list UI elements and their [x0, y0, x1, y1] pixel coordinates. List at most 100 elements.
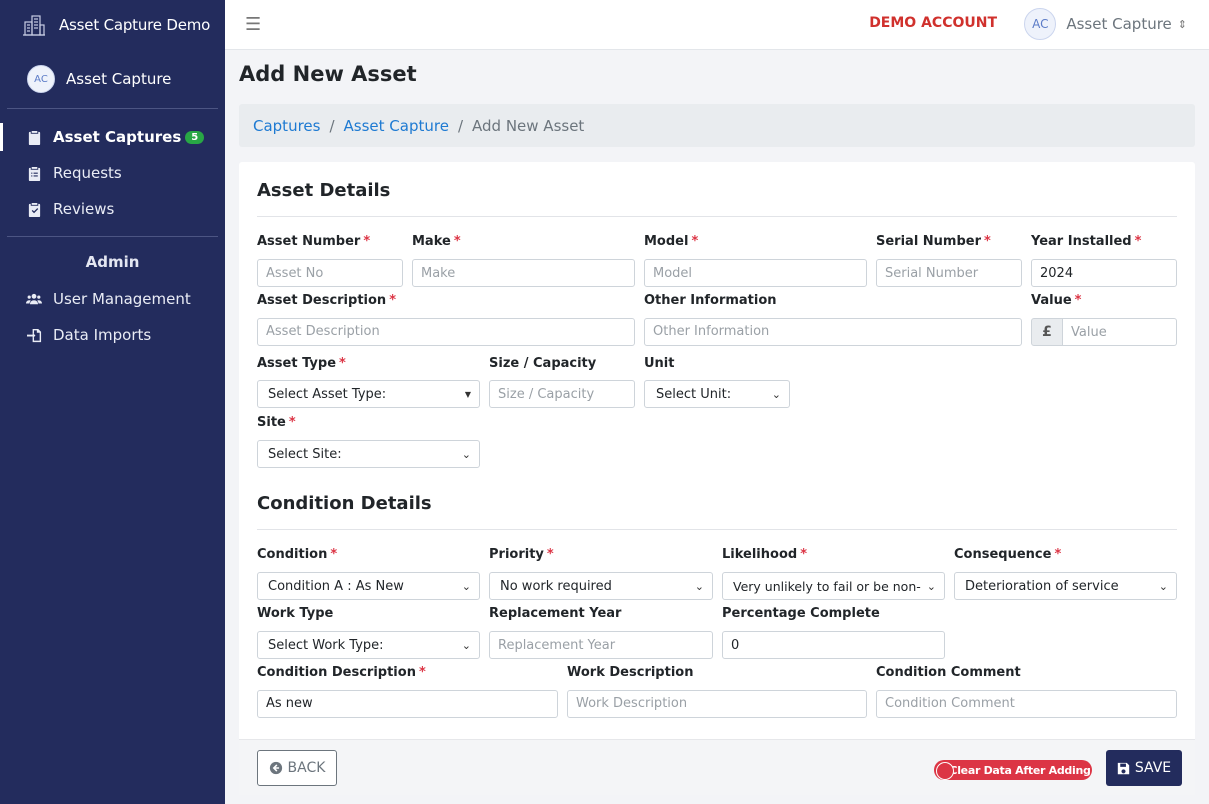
- value-input-group: £: [1031, 318, 1177, 346]
- sidebar-item-label: Requests: [53, 164, 122, 182]
- breadcrumb-link-captures[interactable]: Captures: [253, 117, 320, 135]
- percentage-complete-input[interactable]: [722, 631, 945, 659]
- asset-type-selected: Select Asset Type:: [268, 386, 387, 402]
- replacement-year-label: Replacement Year: [489, 606, 622, 621]
- asset-number-label: Asset Number *: [257, 234, 371, 249]
- site-selected: Select Site:: [268, 446, 342, 462]
- consequence-label: Consequence *: [954, 547, 1062, 562]
- likelihood-label: Likelihood *: [722, 547, 808, 562]
- back-button-label: BACK: [287, 760, 326, 776]
- user-menu[interactable]: AC Asset Capture ⇕: [1024, 8, 1187, 40]
- sidebar-item-reviews[interactable]: Reviews: [0, 191, 225, 227]
- asset-details-heading: Asset Details: [257, 180, 391, 201]
- chevron-down-icon: ⌄: [771, 387, 781, 401]
- chevron-down-icon: ⌄: [461, 579, 471, 593]
- serial-number-input[interactable]: [876, 259, 1022, 287]
- condition-comment-textarea[interactable]: [876, 690, 1177, 718]
- likelihood-selected: Very unlikely to fail or be non-: [733, 578, 921, 594]
- unit-label: Unit: [644, 356, 675, 371]
- replacement-year-input[interactable]: [489, 631, 713, 659]
- work-type-selected: Select Work Type:: [268, 637, 384, 653]
- clipboard-check-icon: [26, 201, 42, 217]
- chevron-down-icon: ⌄: [461, 447, 471, 461]
- condition-comment-label: Condition Comment: [876, 665, 1021, 680]
- building-icon: [23, 15, 45, 36]
- consequence-selected: Deterioration of service: [965, 578, 1119, 594]
- back-button[interactable]: BACK: [257, 750, 337, 786]
- file-import-icon: [26, 327, 42, 343]
- asset-type-select[interactable]: Select Asset Type: ▼: [257, 380, 480, 408]
- chevron-down-icon: ⌄: [1158, 579, 1168, 593]
- work-type-label: Work Type: [257, 606, 334, 621]
- topbar: ☰ DEMO ACCOUNT AC Asset Capture ⇕: [225, 0, 1209, 50]
- breadcrumb-current: Add New Asset: [472, 116, 585, 135]
- asset-description-textarea[interactable]: [257, 318, 635, 346]
- size-capacity-label: Size / Capacity: [489, 356, 597, 371]
- other-information-textarea[interactable]: [644, 318, 1022, 346]
- arrow-circle-left-icon: [269, 761, 282, 775]
- asset-type-label: Asset Type *: [257, 356, 346, 371]
- users-icon: [26, 291, 42, 307]
- breadcrumb: Captures / Asset Capture / Add New Asset: [239, 104, 1195, 147]
- sidebar-item-asset-captures[interactable]: Asset Captures 5: [0, 119, 225, 155]
- priority-select[interactable]: No work required ⌄: [489, 572, 713, 600]
- site-label: Site *: [257, 415, 296, 430]
- demo-account-label: DEMO ACCOUNT: [869, 15, 997, 31]
- chevron-down-icon: ⌄: [926, 579, 936, 593]
- work-description-textarea[interactable]: [567, 690, 867, 718]
- sidebar-item-data-imports[interactable]: Data Imports: [0, 317, 225, 353]
- condition-selected: Condition A : As New: [268, 578, 404, 594]
- hamburger-menu-icon[interactable]: ☰: [245, 14, 261, 35]
- clipboard-list-icon: [26, 165, 42, 181]
- breadcrumb-link-asset-capture[interactable]: Asset Capture: [344, 117, 449, 135]
- floppy-disk-icon: [1117, 762, 1130, 774]
- sidebar-item-label: Data Imports: [53, 326, 152, 344]
- priority-label: Priority *: [489, 547, 554, 562]
- clear-data-toggle[interactable]: Clear Data After Adding: [934, 760, 1092, 780]
- sidebar-item-label: Asset Captures: [53, 128, 182, 146]
- make-input[interactable]: [412, 259, 635, 287]
- section-divider: [257, 216, 1177, 217]
- clipboard-icon: [26, 129, 42, 145]
- chevron-down-icon: ⌄: [694, 579, 704, 593]
- avatar: AC: [1024, 8, 1057, 40]
- sidebar-user[interactable]: AC Asset Capture: [7, 50, 218, 108]
- condition-select[interactable]: Condition A : As New ⌄: [257, 572, 480, 600]
- sidebar-item-label: User Management: [53, 290, 191, 308]
- user-menu-name: Asset Capture: [1066, 15, 1172, 33]
- year-installed-input[interactable]: [1031, 259, 1177, 287]
- sidebar-item-user-management[interactable]: User Management: [0, 281, 225, 317]
- likelihood-select[interactable]: Very unlikely to fail or be non- ⌄: [722, 572, 945, 600]
- form-footer: BACK Clear Data After Adding SAVE: [239, 739, 1195, 795]
- model-input[interactable]: [644, 259, 867, 287]
- page-title: Add New Asset: [239, 62, 417, 86]
- value-label: Value *: [1031, 293, 1082, 308]
- section-divider: [257, 529, 1177, 530]
- work-type-select[interactable]: Select Work Type: ⌄: [257, 631, 480, 659]
- sidebar: Asset Capture Demo AC Asset Capture Asse…: [0, 0, 225, 804]
- year-installed-label: Year Installed *: [1031, 234, 1142, 249]
- brand[interactable]: Asset Capture Demo: [0, 0, 225, 50]
- avatar: AC: [27, 65, 55, 93]
- sidebar-item-label: Reviews: [53, 200, 115, 218]
- condition-description-textarea[interactable]: As new: [257, 690, 558, 718]
- caret-down-icon: ▼: [464, 389, 471, 399]
- value-input[interactable]: [1063, 318, 1177, 346]
- count-badge: 5: [185, 130, 205, 144]
- sidebar-item-requests[interactable]: Requests: [0, 155, 225, 191]
- site-select[interactable]: Select Site: ⌄: [257, 440, 480, 468]
- asset-number-input[interactable]: [257, 259, 403, 287]
- save-button-label: SAVE: [1134, 760, 1172, 776]
- asset-form-card: Asset Details Asset Number * Make * Model *…: [239, 162, 1195, 795]
- size-capacity-input[interactable]: [489, 380, 635, 408]
- save-button[interactable]: SAVE: [1106, 750, 1182, 786]
- consequence-select[interactable]: Deterioration of service ⌄: [954, 572, 1177, 600]
- serial-number-label: Serial Number *: [876, 234, 991, 249]
- model-label: Model *: [644, 234, 699, 249]
- unit-select[interactable]: Select Unit: ⌄: [644, 380, 790, 408]
- unit-selected: Select Unit:: [656, 386, 732, 402]
- condition-details-heading: Condition Details: [257, 493, 432, 514]
- work-description-label: Work Description: [567, 665, 694, 680]
- chevron-down-icon: ⌄: [461, 638, 471, 652]
- brand-name: Asset Capture Demo: [59, 16, 211, 34]
